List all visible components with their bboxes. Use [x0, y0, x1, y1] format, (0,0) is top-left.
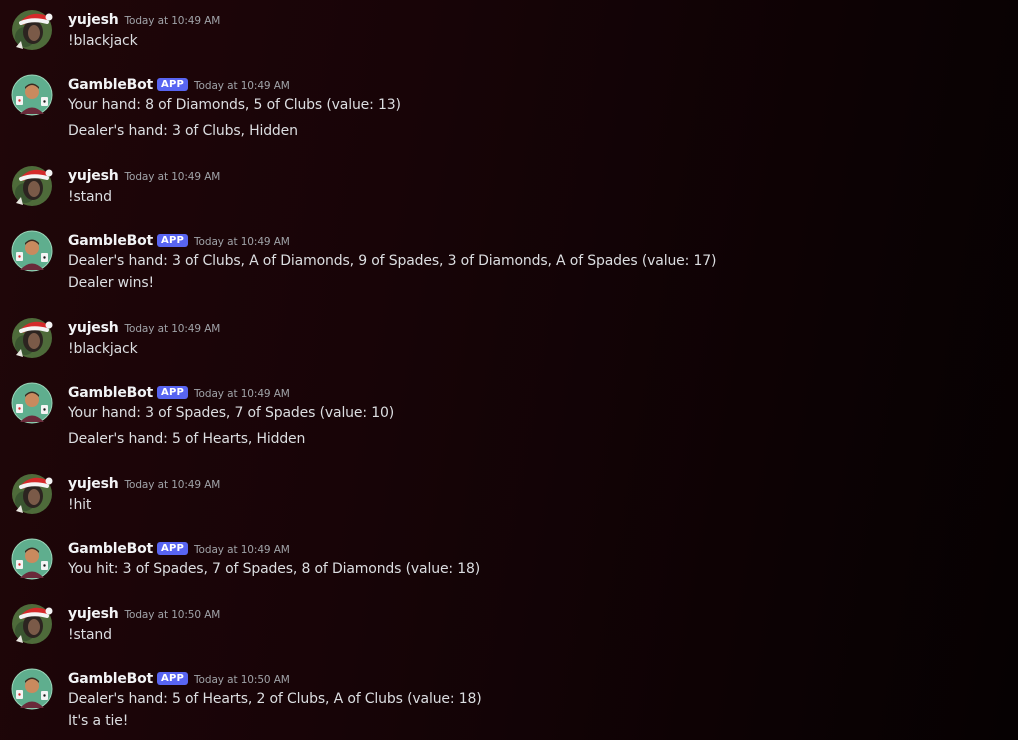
message-header: GambleBot APP Today at 10:50 AM: [68, 668, 290, 688]
message-text: You hit: 3 of Spades, 7 of Spades, 8 of …: [68, 561, 481, 577]
timestamp[interactable]: Today at 10:49 AM: [194, 80, 290, 92]
avatar[interactable]: [11, 382, 53, 424]
avatar[interactable]: [11, 603, 53, 645]
avatar[interactable]: [11, 9, 53, 51]
avatar-gamblebot-icon: [11, 538, 53, 580]
avatar[interactable]: [11, 668, 53, 710]
message-header: GambleBot APP Today at 10:49 AM: [68, 74, 290, 94]
username[interactable]: GambleBot: [68, 671, 153, 687]
chat-message: GambleBot APP Today at 10:49 AM Your hand:…: [0, 74, 1018, 139]
chat-message: yujesh Today at 10:49 AM !blackjack: [0, 317, 1018, 377]
avatar-gamblebot-icon: [11, 668, 53, 710]
username[interactable]: yujesh: [68, 168, 119, 184]
avatar-santa-hat-icon: [12, 166, 53, 206]
message-header: GambleBot APP Today at 10:49 AM: [68, 230, 290, 250]
chat-message: yujesh Today at 10:49 AM !hit: [0, 473, 1018, 533]
timestamp[interactable]: Today at 10:49 AM: [194, 236, 290, 248]
timestamp[interactable]: Today at 10:49 AM: [125, 479, 221, 491]
avatar-gamblebot-icon: [11, 74, 53, 116]
timestamp[interactable]: Today at 10:49 AM: [194, 544, 290, 556]
username[interactable]: GambleBot: [68, 233, 153, 249]
message-text: !stand: [68, 189, 112, 205]
message-text: It's a tie!: [68, 713, 129, 729]
username[interactable]: yujesh: [68, 320, 119, 336]
message-text: !hit: [68, 497, 92, 513]
timestamp[interactable]: Today at 10:50 AM: [194, 674, 290, 686]
chat-message: yujesh Today at 10:50 AM !stand: [0, 603, 1018, 663]
message-text: !blackjack: [68, 341, 138, 357]
chat-message-list: yujesh Today at 10:49 AM !blackjack Gambl…: [0, 0, 1018, 740]
message-header: yujesh Today at 10:50 AM: [68, 603, 220, 623]
app-badge: APP: [157, 78, 189, 91]
message-header: yujesh Today at 10:49 AM: [68, 473, 220, 493]
app-badge: APP: [157, 386, 189, 399]
message-text: Dealer's hand: 5 of Hearts, 2 of Clubs, …: [68, 691, 482, 707]
chat-message: yujesh Today at 10:49 AM !blackjack: [0, 9, 1018, 69]
message-text: !stand: [68, 627, 112, 643]
message-header: GambleBot APP Today at 10:49 AM: [68, 538, 290, 558]
chat-message: GambleBot APP Today at 10:49 AM Your hand:…: [0, 382, 1018, 447]
message-header: yujesh Today at 10:49 AM: [68, 9, 220, 29]
timestamp[interactable]: Today at 10:50 AM: [125, 609, 221, 621]
username[interactable]: GambleBot: [68, 541, 153, 557]
message-text: !blackjack: [68, 33, 138, 49]
app-badge: APP: [157, 542, 189, 555]
message-header: yujesh Today at 10:49 AM: [68, 165, 220, 185]
message-header: yujesh Today at 10:49 AM: [68, 317, 220, 337]
avatar[interactable]: [11, 165, 53, 207]
chat-message: GambleBot APP Today at 10:49 AM Dealer's h…: [0, 230, 1018, 291]
app-badge: APP: [157, 672, 189, 685]
message-text: Dealer's hand: 5 of Hearts, Hidden: [68, 431, 306, 447]
avatar[interactable]: [11, 74, 53, 116]
avatar-gamblebot-icon: [11, 230, 53, 272]
message-text: Dealer's hand: 3 of Clubs, Hidden: [68, 123, 298, 139]
app-badge: APP: [157, 234, 189, 247]
username[interactable]: GambleBot: [68, 77, 153, 93]
message-text: Dealer's hand: 3 of Clubs, A of Diamonds…: [68, 253, 717, 269]
avatar[interactable]: [11, 473, 53, 515]
timestamp[interactable]: Today at 10:49 AM: [125, 171, 221, 183]
timestamp[interactable]: Today at 10:49 AM: [125, 323, 221, 335]
avatar-santa-hat-icon: [12, 474, 53, 514]
message-text: Dealer wins!: [68, 275, 155, 291]
message-text: Your hand: 8 of Diamonds, 5 of Clubs (va…: [68, 97, 401, 113]
avatar[interactable]: [11, 538, 53, 580]
username[interactable]: yujesh: [68, 606, 119, 622]
username[interactable]: yujesh: [68, 476, 119, 492]
username[interactable]: GambleBot: [68, 385, 153, 401]
avatar-santa-hat-icon: [12, 604, 53, 644]
chat-message: GambleBot APP Today at 10:50 AM Dealer's h…: [0, 668, 1018, 729]
message-text: Your hand: 3 of Spades, 7 of Spades (val…: [68, 405, 395, 421]
chat-message: yujesh Today at 10:49 AM !stand: [0, 165, 1018, 225]
chat-message: GambleBot APP Today at 10:49 AM You hit: 3…: [0, 538, 1018, 598]
avatar[interactable]: [11, 230, 53, 272]
timestamp[interactable]: Today at 10:49 AM: [125, 15, 221, 27]
username[interactable]: yujesh: [68, 12, 119, 28]
timestamp[interactable]: Today at 10:49 AM: [194, 388, 290, 400]
avatar[interactable]: [11, 317, 53, 359]
message-header: GambleBot APP Today at 10:49 AM: [68, 382, 290, 402]
avatar-santa-hat-icon: [12, 318, 53, 358]
avatar-santa-hat-icon: [12, 10, 53, 50]
avatar-gamblebot-icon: [11, 382, 53, 424]
